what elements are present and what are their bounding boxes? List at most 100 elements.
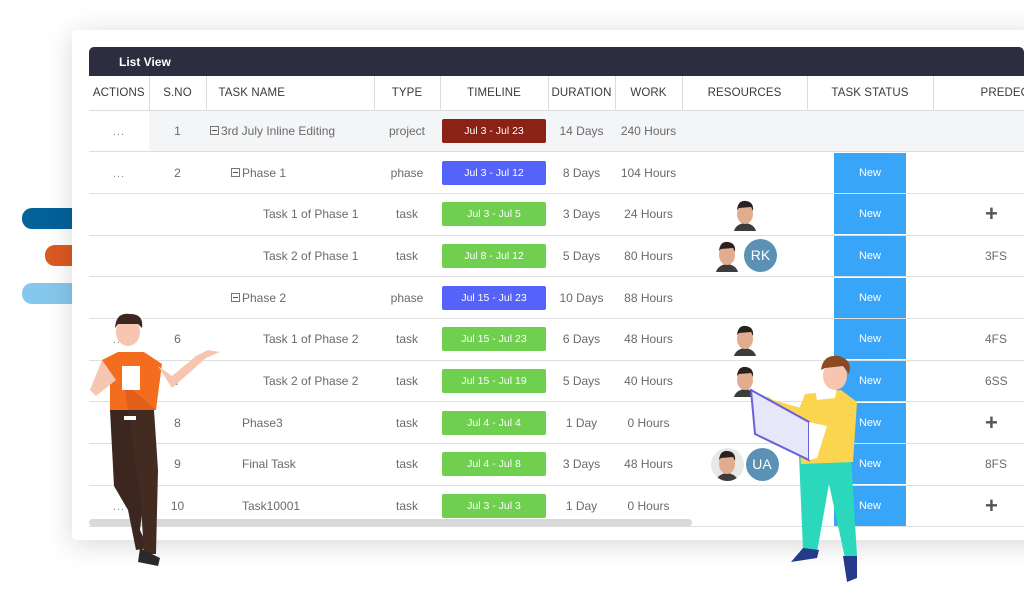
more-dots-icon[interactable]: ... xyxy=(113,168,125,180)
task-name-cell[interactable]: Task 2 of Phase 1 xyxy=(206,235,374,278)
avatar[interactable] xyxy=(730,323,760,356)
man-left-arm-right xyxy=(158,350,220,388)
resources-cell[interactable] xyxy=(682,276,807,319)
timeline-pill[interactable]: Jul 3 - Jul 5 xyxy=(442,202,546,227)
task-name-cell[interactable]: Task 2 of Phase 2 xyxy=(206,360,374,403)
task-status-cell[interactable]: New xyxy=(807,193,933,236)
resources-cell[interactable]: RK xyxy=(682,235,807,278)
predecessor-cell[interactable]: 4FS xyxy=(933,318,1024,361)
duration-cell: 5 Days xyxy=(548,360,615,403)
column-header-work[interactable]: WORK xyxy=(615,76,683,111)
timeline-pill[interactable]: Jul 15 - Jul 19 xyxy=(442,368,546,393)
predecessor-cell[interactable]: + xyxy=(933,485,1024,527)
plus-icon[interactable]: + xyxy=(985,201,998,226)
task-status-cell[interactable] xyxy=(807,110,933,153)
work-cell: 24 Hours xyxy=(615,193,682,236)
predecessor-cell[interactable]: + xyxy=(933,193,1024,236)
task-status-cell[interactable]: New xyxy=(807,235,933,278)
avatar[interactable] xyxy=(730,198,760,231)
timeline-pill[interactable]: Jul 3 - Jul 3 xyxy=(442,494,546,519)
panel-title: List View xyxy=(89,47,1024,76)
predecessor-cell[interactable]: 6SS xyxy=(933,360,1024,403)
timeline-pill[interactable]: Jul 15 - Jul 23 xyxy=(442,285,546,310)
actions-cell[interactable] xyxy=(89,193,149,236)
timeline-cell: Jul 8 - Jul 12 xyxy=(440,235,548,278)
column-header-actions[interactable]: ACTIONS xyxy=(89,76,150,111)
task-name-cell[interactable]: Phase 1 xyxy=(206,151,374,194)
table-row[interactable]: 9 Final Task task Jul 4 - Jul 83 Days 48 Hou… xyxy=(89,443,1024,486)
plus-icon[interactable]: + xyxy=(985,410,998,435)
avatar[interactable] xyxy=(712,239,742,273)
task-name-cell[interactable]: 3rd July Inline Editing xyxy=(206,110,374,153)
task-name-cell[interactable]: Final Task xyxy=(206,443,374,486)
column-header-type[interactable]: TYPE xyxy=(374,76,441,111)
collapse-square-icon[interactable] xyxy=(210,126,219,136)
duration-cell: 3 Days xyxy=(548,193,615,236)
resources-cell[interactable] xyxy=(682,151,807,194)
task-name-cell[interactable]: Task 1 of Phase 1 xyxy=(206,193,374,236)
resources-cell[interactable] xyxy=(682,193,807,236)
table-row[interactable]: ... 1 3rd July Inline Editing project Jul 3 … xyxy=(89,110,1024,153)
avatar-initials[interactable]: RK xyxy=(744,239,777,273)
type-cell: task xyxy=(374,401,440,444)
column-header-sno[interactable]: S.NO xyxy=(149,76,207,111)
table-row[interactable]: 7Task 2 of Phase 2taskJul 15 - Jul 195 D… xyxy=(89,360,1024,403)
table-row[interactable]: Task 2 of Phase 1 task Jul 8 - Jul 12 5 Day… xyxy=(89,235,1024,278)
status-badge[interactable]: New xyxy=(834,194,906,235)
column-header-predecessor[interactable]: PREDECESSO xyxy=(933,76,1024,111)
task-status-cell[interactable]: New xyxy=(807,151,933,194)
column-header-duration[interactable]: DURATION xyxy=(548,76,616,111)
column-header-task-name[interactable]: TASK NAME xyxy=(206,76,375,111)
type-cell: task xyxy=(374,235,440,278)
predecessor-value: 4FS xyxy=(985,332,1008,347)
man-right-laptop xyxy=(749,388,810,462)
predecessor-cell[interactable]: 3FS xyxy=(933,235,1024,278)
status-badge[interactable]: New xyxy=(834,277,906,318)
work-cell: 48 Hours xyxy=(615,443,682,486)
predecessor-cell[interactable]: 8FS xyxy=(933,443,1024,486)
more-dots-icon[interactable]: ... xyxy=(113,126,125,138)
avatar[interactable] xyxy=(710,447,744,481)
table-row[interactable]: Phase 2 phase Jul 15 - Jul 23 10 Days 88 Hou… xyxy=(89,276,1024,319)
task-name-cell[interactable]: Task 1 of Phase 2 xyxy=(206,318,374,361)
duration-cell: 1 Day xyxy=(548,401,615,444)
man-left-belt xyxy=(124,416,136,420)
duration-cell: 5 Days xyxy=(548,235,615,278)
timeline-pill[interactable]: Jul 3 - Jul 23 xyxy=(442,118,546,143)
collapse-square-icon[interactable] xyxy=(231,292,240,302)
collapse-square-icon[interactable] xyxy=(231,167,240,177)
status-badge[interactable]: New xyxy=(834,235,906,276)
status-badge[interactable]: New xyxy=(834,152,906,193)
work-cell: 40 Hours xyxy=(615,360,682,403)
actions-cell[interactable]: ... xyxy=(89,110,149,153)
type-cell: task xyxy=(374,360,440,403)
task-name-text: 3rd July Inline Editing xyxy=(221,123,336,138)
timeline-pill[interactable]: Jul 15 - Jul 23 xyxy=(442,327,546,352)
column-header-resources[interactable]: RESOURCES xyxy=(682,76,808,111)
table-row[interactable]: ... 2 Phase 1 phase Jul 3 - Jul 12 8 Days 104 … xyxy=(89,151,1024,194)
predecessor-value: 6SS xyxy=(985,373,1008,388)
predecessor-cell[interactable] xyxy=(933,110,1024,153)
sno-cell xyxy=(149,193,206,236)
predecessor-cell[interactable] xyxy=(933,151,1024,194)
timeline-pill[interactable]: Jul 4 - Jul 4 xyxy=(442,410,546,435)
column-header-task-status[interactable]: TASK STATUS xyxy=(807,76,934,111)
plus-icon[interactable]: + xyxy=(985,493,998,518)
actions-cell[interactable]: ... xyxy=(89,151,149,194)
timeline-pill[interactable]: Jul 8 - Jul 12 xyxy=(442,243,546,268)
predecessor-cell[interactable]: + xyxy=(933,401,1024,444)
table-row[interactable]: 8 Phase3 task Jul 4 - Jul 41 Day 0 Hours New + xyxy=(89,401,1024,444)
table-row[interactable]: ...6Task 1 of Phase 2taskJul 15 - Jul 23… xyxy=(89,318,1024,361)
actions-cell[interactable] xyxy=(89,235,149,278)
predecessor-cell[interactable] xyxy=(933,276,1024,319)
timeline-pill[interactable]: Jul 4 - Jul 8 xyxy=(442,452,546,477)
task-status-cell[interactable]: New xyxy=(807,276,933,319)
illustration-man-orange-shirt xyxy=(90,313,220,566)
resources-cell[interactable] xyxy=(682,110,807,153)
task-name-cell[interactable]: Phase 2 xyxy=(206,276,374,319)
timeline-cell: Jul 3 - Jul 5 xyxy=(440,193,548,236)
table-row[interactable]: Task 1 of Phase 1 task Jul 3 - Jul 53 Days… xyxy=(89,193,1024,236)
task-name-cell[interactable]: Phase3 xyxy=(206,401,374,444)
timeline-pill[interactable]: Jul 3 - Jul 12 xyxy=(442,160,546,185)
column-header-timeline[interactable]: TIMELINE xyxy=(440,76,549,111)
